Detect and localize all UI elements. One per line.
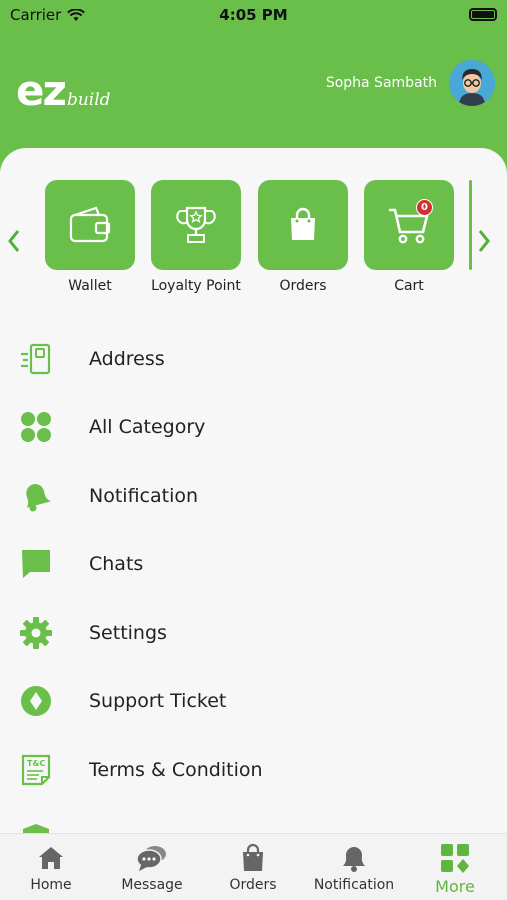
- message-icon: [136, 846, 166, 871]
- shopping-bag-icon: [291, 207, 315, 240]
- menu-item-notification[interactable]: Notification: [0, 466, 507, 526]
- tab-home[interactable]: Home: [1, 842, 101, 893]
- tab-notification[interactable]: Notification: [304, 842, 404, 893]
- quick-action-label: Wallet: [68, 278, 112, 294]
- chat-icon: [18, 546, 54, 582]
- menu-item-label: Support Ticket: [89, 690, 227, 712]
- trophy-icon: [176, 206, 216, 243]
- cart-tile[interactable]: 0: [364, 180, 454, 270]
- tab-orders[interactable]: Orders: [203, 842, 303, 893]
- scroll-right-chevron-icon[interactable]: [476, 228, 492, 259]
- tab-label: More: [435, 877, 475, 896]
- loyalty-tile[interactable]: [151, 180, 241, 270]
- notification-bell-icon: [343, 847, 365, 872]
- tab-label: Message: [121, 877, 183, 893]
- status-time: 4:05 PM: [219, 6, 288, 24]
- quick-actions: Wallet Loyalty Point Orders 0 Cart: [0, 178, 507, 298]
- bell-icon: [18, 478, 54, 514]
- quick-action-cart[interactable]: 0 Cart: [364, 180, 454, 294]
- menu-item-label: Notification: [89, 485, 199, 507]
- quick-action-label: Orders: [279, 278, 327, 294]
- category-icon: [18, 409, 54, 445]
- svg-text:T&C: T&C: [27, 759, 45, 768]
- user-profile[interactable]: Sopha Sambath: [326, 60, 495, 106]
- orders-tile[interactable]: [258, 180, 348, 270]
- menu-item-chats[interactable]: Chats: [0, 534, 507, 594]
- avatar-face-icon: [449, 60, 495, 106]
- terms-icon: T&C: [18, 752, 54, 788]
- bottom-tab-bar: Home Message Orders Notification More: [0, 833, 507, 900]
- tab-label: Orders: [229, 877, 277, 893]
- user-name: Sopha Sambath: [325, 75, 437, 91]
- menu-item-address[interactable]: Address: [0, 329, 507, 389]
- logo-sub: build: [66, 90, 111, 110]
- tab-more[interactable]: More: [405, 842, 505, 896]
- quick-action-label: Cart: [394, 278, 424, 294]
- menu-item-partial-next: [0, 809, 507, 833]
- menu-item-label: All Category: [89, 416, 206, 438]
- cart-count-badge: 0: [416, 199, 433, 216]
- quick-action-wallet[interactable]: Wallet: [45, 180, 135, 294]
- logo-main: ez: [16, 66, 67, 115]
- quick-action-orders[interactable]: Orders: [258, 180, 348, 294]
- home-icon: [39, 847, 63, 869]
- main-panel: Wallet Loyalty Point Orders 0 Cart Addre…: [0, 148, 507, 833]
- wallet-icon: [69, 206, 111, 243]
- tab-label: Notification: [313, 877, 395, 893]
- menu-item-settings[interactable]: Settings: [0, 603, 507, 663]
- status-bar: Carrier 4:05 PM: [0, 0, 507, 30]
- gear-icon: [18, 615, 54, 651]
- menu-item-label: Settings: [89, 622, 167, 644]
- battery-icon: [469, 8, 497, 21]
- menu-item-label: Terms & Condition: [89, 759, 263, 781]
- ticket-icon: [18, 683, 54, 719]
- tab-message[interactable]: Message: [102, 842, 202, 893]
- shield-icon: [18, 821, 54, 833]
- menu-item-label: Chats: [89, 553, 144, 575]
- tab-label: Home: [30, 877, 72, 893]
- scroll-left-chevron-icon[interactable]: [6, 228, 22, 259]
- avatar[interactable]: [449, 60, 495, 106]
- menu-item-label: Address: [89, 348, 165, 370]
- app-logo: ez build: [16, 70, 111, 112]
- quick-action-loyalty-point[interactable]: Loyalty Point: [151, 180, 241, 294]
- more-grid-icon: [441, 844, 469, 873]
- orders-bag-icon: [243, 843, 263, 871]
- next-tile-peek: [469, 180, 472, 270]
- address-icon: [18, 341, 54, 377]
- header: ez build Sopha Sambath: [0, 30, 507, 150]
- menu-item-support-ticket[interactable]: Support Ticket: [0, 671, 507, 731]
- quick-action-label: Loyalty Point: [151, 278, 241, 294]
- menu-item-all-category[interactable]: All Category: [0, 397, 507, 457]
- wallet-tile[interactable]: [45, 180, 135, 270]
- menu-item-terms-condition[interactable]: T&C Terms & Condition: [0, 740, 507, 800]
